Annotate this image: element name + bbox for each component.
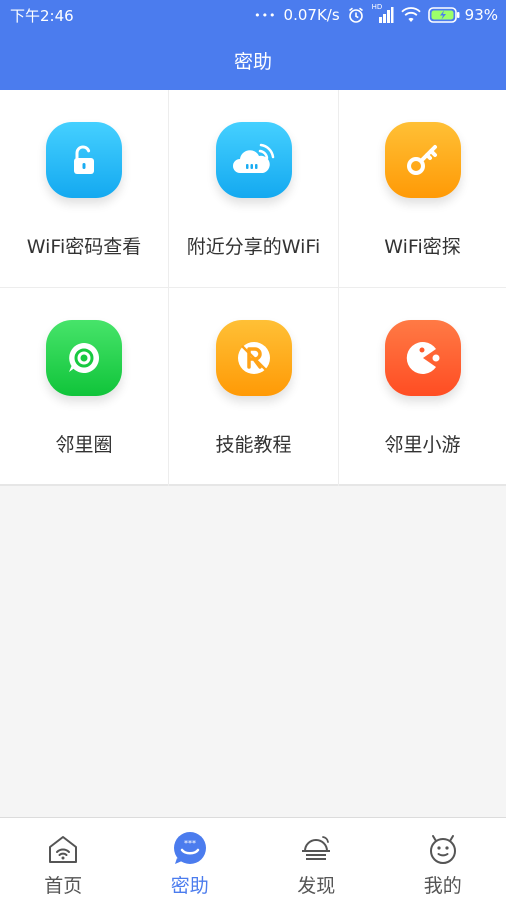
bottom-nav: 首页 *** 密助 发现 我的 [0, 817, 506, 900]
grid-item-label: WiFi密码查看 [26, 236, 142, 258]
nav-item-mizhu[interactable]: *** 密助 [127, 818, 254, 900]
grid-item-label: 附近分享的WiFi [186, 236, 321, 258]
nav-label: 我的 [423, 875, 462, 897]
alarm-icon [347, 6, 365, 24]
unlock-icon [46, 122, 122, 198]
title-bar: 密助 [0, 30, 506, 90]
cloud-wifi-icon [215, 122, 292, 198]
signal-icon: HD [372, 3, 394, 24]
network-speed: 0.07K/s [283, 6, 340, 24]
nav-label: 首页 [44, 875, 83, 897]
grid-item-wifi-password[interactable]: WiFi密码查看 [0, 90, 169, 288]
nav-item-home[interactable]: 首页 [0, 818, 127, 900]
svg-text:***: *** [184, 839, 196, 848]
home-wifi-icon [46, 832, 80, 866]
discover-icon [299, 832, 333, 866]
page-title: 密助 [233, 50, 272, 73]
grid-item-label: WiFi密探 [384, 236, 461, 258]
status-bar: 下午2:46 ••• 0.07K/s HD 93% [0, 0, 506, 30]
status-time: 下午2:46 [10, 6, 74, 25]
grid-item-wifi-detective[interactable]: WiFi密探 [339, 90, 506, 288]
grid-item-label: 邻里圈 [55, 434, 113, 456]
grid-item-nearby-wifi[interactable]: 附近分享的WiFi [169, 90, 339, 288]
feature-grid: WiFi密码查看 附近分享的WiFi WiFi密探 邻里圈 技能教程 邻里小游 [0, 90, 506, 486]
battery-indicator: 93% [427, 6, 498, 24]
status-indicators: ••• 0.07K/s HD 93% [254, 3, 498, 24]
r-badge-icon [215, 320, 292, 396]
grid-item-tutorials[interactable]: 技能教程 [169, 288, 339, 486]
battery-percent: 93% [464, 6, 498, 24]
wifi-status-icon [401, 7, 421, 23]
nav-item-discover[interactable]: 发现 [253, 818, 380, 900]
pacman-icon [384, 320, 461, 396]
android-face-icon [426, 832, 460, 866]
grid-item-neighborhood[interactable]: 邻里圈 [0, 288, 169, 486]
nav-item-profile[interactable]: 我的 [380, 818, 506, 900]
battery-icon [427, 7, 460, 23]
grid-item-label: 邻里小游 [384, 434, 461, 456]
grid-item-games[interactable]: 邻里小游 [339, 288, 506, 486]
nav-label: 发现 [297, 875, 336, 897]
key-icon [384, 122, 461, 198]
status-dots: ••• [254, 8, 277, 22]
chat-circle-icon [46, 320, 122, 396]
chat-bubble-icon: *** [173, 832, 207, 866]
nav-label: 密助 [170, 875, 209, 897]
grid-item-label: 技能教程 [215, 434, 292, 456]
